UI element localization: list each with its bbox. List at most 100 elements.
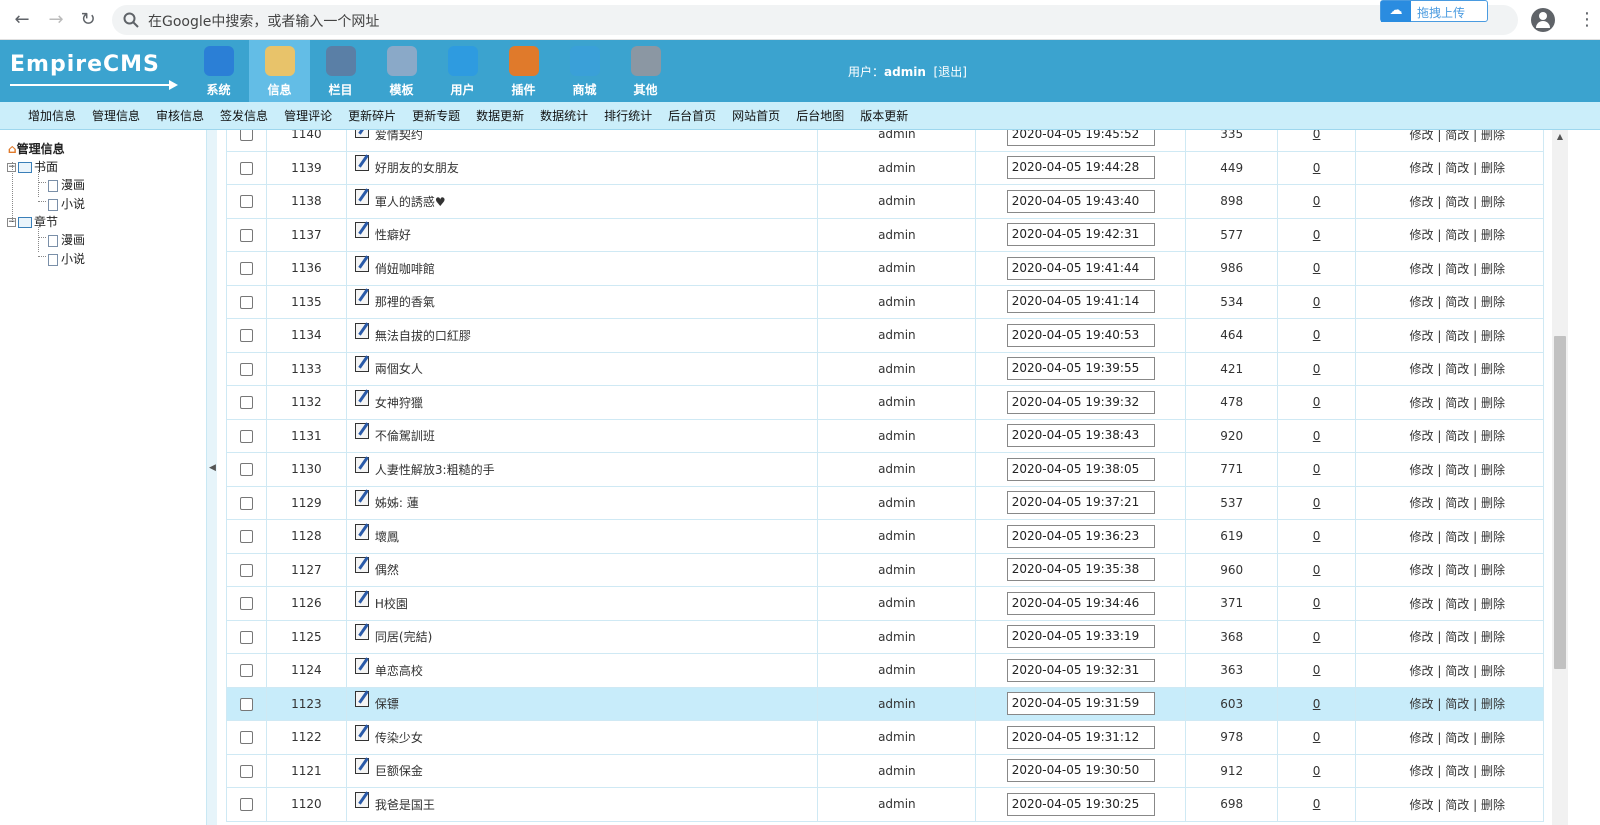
quick-edit-link[interactable]: 简改 xyxy=(1445,798,1469,812)
row-checkbox[interactable] xyxy=(239,228,253,242)
menu-item-4[interactable]: 用户 xyxy=(432,40,493,102)
delete-link[interactable]: 删除 xyxy=(1481,329,1505,343)
edit-note-icon[interactable] xyxy=(354,322,369,339)
edit-link[interactable]: 修改 xyxy=(1410,798,1434,812)
title-link[interactable]: 单恋高校 xyxy=(375,664,423,678)
row-checkbox[interactable] xyxy=(239,429,253,443)
quick-edit-link[interactable]: 简改 xyxy=(1445,530,1469,544)
delete-link[interactable]: 删除 xyxy=(1481,764,1505,778)
date-input[interactable]: 2020-04-05 19:33:19 xyxy=(1006,625,1155,649)
row-checkbox[interactable] xyxy=(239,697,253,711)
edit-note-icon[interactable] xyxy=(354,155,369,172)
edit-link[interactable]: 修改 xyxy=(1410,228,1434,242)
submenu-item[interactable]: 管理评论 xyxy=(276,102,340,130)
comments-link[interactable]: 0 xyxy=(1313,764,1321,778)
edit-link[interactable]: 修改 xyxy=(1410,429,1434,443)
edit-note-icon[interactable] xyxy=(354,557,369,574)
quick-edit-link[interactable]: 简改 xyxy=(1445,228,1469,242)
comments-link[interactable]: 0 xyxy=(1313,697,1321,711)
scroll-up-icon[interactable]: ▲ xyxy=(1552,130,1568,144)
comments-link[interactable]: 0 xyxy=(1313,295,1321,309)
row-checkbox[interactable] xyxy=(239,764,253,778)
drag-upload-button[interactable]: ☁ 拖拽上传 xyxy=(1380,0,1488,22)
edit-link[interactable]: 修改 xyxy=(1410,329,1434,343)
row-checkbox[interactable] xyxy=(239,597,253,611)
edit-note-icon[interactable] xyxy=(354,523,369,540)
comments-link[interactable]: 0 xyxy=(1313,328,1321,342)
date-input[interactable]: 2020-04-05 19:31:12 xyxy=(1006,725,1155,749)
row-checkbox[interactable] xyxy=(239,130,253,142)
edit-link[interactable]: 修改 xyxy=(1410,295,1434,309)
panel-splitter[interactable]: ◀ xyxy=(207,130,217,825)
comments-link[interactable]: 0 xyxy=(1313,730,1321,744)
comments-link[interactable]: 0 xyxy=(1313,563,1321,577)
more-menu-icon[interactable]: ⋮ xyxy=(1578,8,1596,32)
edit-link[interactable]: 修改 xyxy=(1410,731,1434,745)
submenu-item[interactable]: 审核信息 xyxy=(148,102,212,130)
quick-edit-link[interactable]: 简改 xyxy=(1445,664,1469,678)
date-input[interactable]: 2020-04-05 19:39:55 xyxy=(1006,357,1155,381)
title-link[interactable]: 人妻性解放3:粗糙的手 xyxy=(375,463,495,477)
delete-link[interactable]: 删除 xyxy=(1481,362,1505,376)
date-input[interactable]: 2020-04-05 19:44:28 xyxy=(1006,156,1155,180)
menu-item-0[interactable]: 系统 xyxy=(188,40,249,102)
edit-note-icon[interactable] xyxy=(354,691,369,708)
title-link[interactable]: 好朋友的女朋友 xyxy=(375,161,459,175)
menu-item-1[interactable]: 信息 xyxy=(249,40,310,102)
edit-link[interactable]: 修改 xyxy=(1410,597,1434,611)
edit-link[interactable]: 修改 xyxy=(1410,496,1434,510)
edit-note-icon[interactable] xyxy=(354,356,369,373)
title-link[interactable]: 巨额保金 xyxy=(375,764,423,778)
delete-link[interactable]: 删除 xyxy=(1481,161,1505,175)
submenu-item[interactable]: 更新专题 xyxy=(404,102,468,130)
menu-item-5[interactable]: 插件 xyxy=(493,40,554,102)
edit-link[interactable]: 修改 xyxy=(1410,161,1434,175)
date-input[interactable]: 2020-04-05 19:30:50 xyxy=(1006,759,1155,783)
delete-link[interactable]: 删除 xyxy=(1481,697,1505,711)
delete-link[interactable]: 删除 xyxy=(1481,731,1505,745)
comments-link[interactable]: 0 xyxy=(1313,596,1321,610)
quick-edit-link[interactable]: 简改 xyxy=(1445,429,1469,443)
date-input[interactable]: 2020-04-05 19:45:52 xyxy=(1006,130,1155,146)
account-icon[interactable] xyxy=(1531,8,1555,32)
delete-link[interactable]: 删除 xyxy=(1481,295,1505,309)
date-input[interactable]: 2020-04-05 19:43:40 xyxy=(1006,189,1155,213)
edit-link[interactable]: 修改 xyxy=(1410,697,1434,711)
submenu-item[interactable]: 网站首页 xyxy=(724,102,788,130)
row-checkbox[interactable] xyxy=(239,463,253,477)
comments-link[interactable]: 0 xyxy=(1313,529,1321,543)
collapse-left-icon[interactable]: ◀ xyxy=(209,463,216,473)
tree-item[interactable]: 小说 xyxy=(48,195,85,212)
edit-note-icon[interactable] xyxy=(354,490,369,507)
edit-note-icon[interactable] xyxy=(354,389,369,406)
edit-note-icon[interactable] xyxy=(354,222,369,239)
title-link[interactable]: 俏妞咖啡館 xyxy=(375,262,435,276)
comments-link[interactable]: 0 xyxy=(1313,797,1321,811)
edit-link[interactable]: 修改 xyxy=(1410,195,1434,209)
comments-link[interactable]: 0 xyxy=(1313,362,1321,376)
quick-edit-link[interactable]: 简改 xyxy=(1445,396,1469,410)
row-checkbox[interactable] xyxy=(239,731,253,745)
comments-link[interactable]: 0 xyxy=(1313,261,1321,275)
title-link[interactable]: 壞鳳 xyxy=(375,530,399,544)
menu-item-7[interactable]: 其他 xyxy=(615,40,676,102)
title-link[interactable]: 性癖好 xyxy=(375,228,411,242)
date-input[interactable]: 2020-04-05 19:41:14 xyxy=(1006,290,1155,314)
reload-icon[interactable]: ↻ xyxy=(76,8,100,32)
delete-link[interactable]: 删除 xyxy=(1481,396,1505,410)
row-checkbox[interactable] xyxy=(239,496,253,510)
quick-edit-link[interactable]: 简改 xyxy=(1445,161,1469,175)
title-link[interactable]: 姊姊: 蓮 xyxy=(375,496,419,510)
edit-link[interactable]: 修改 xyxy=(1410,396,1434,410)
menu-item-3[interactable]: 模板 xyxy=(371,40,432,102)
submenu-item[interactable]: 版本更新 xyxy=(852,102,916,130)
title-link[interactable]: 女神狩獵 xyxy=(375,396,423,410)
menu-item-2[interactable]: 栏目 xyxy=(310,40,371,102)
date-input[interactable]: 2020-04-05 19:32:31 xyxy=(1006,658,1155,682)
submenu-item[interactable]: 数据更新 xyxy=(468,102,532,130)
submenu-item[interactable]: 后台地图 xyxy=(788,102,852,130)
empirecms-logo[interactable]: EmpireCMS xyxy=(10,48,180,94)
date-input[interactable]: 2020-04-05 19:34:46 xyxy=(1006,591,1155,615)
title-link[interactable]: 同居(完結) xyxy=(375,630,432,644)
scrollbar[interactable]: ▲ xyxy=(1552,130,1568,825)
